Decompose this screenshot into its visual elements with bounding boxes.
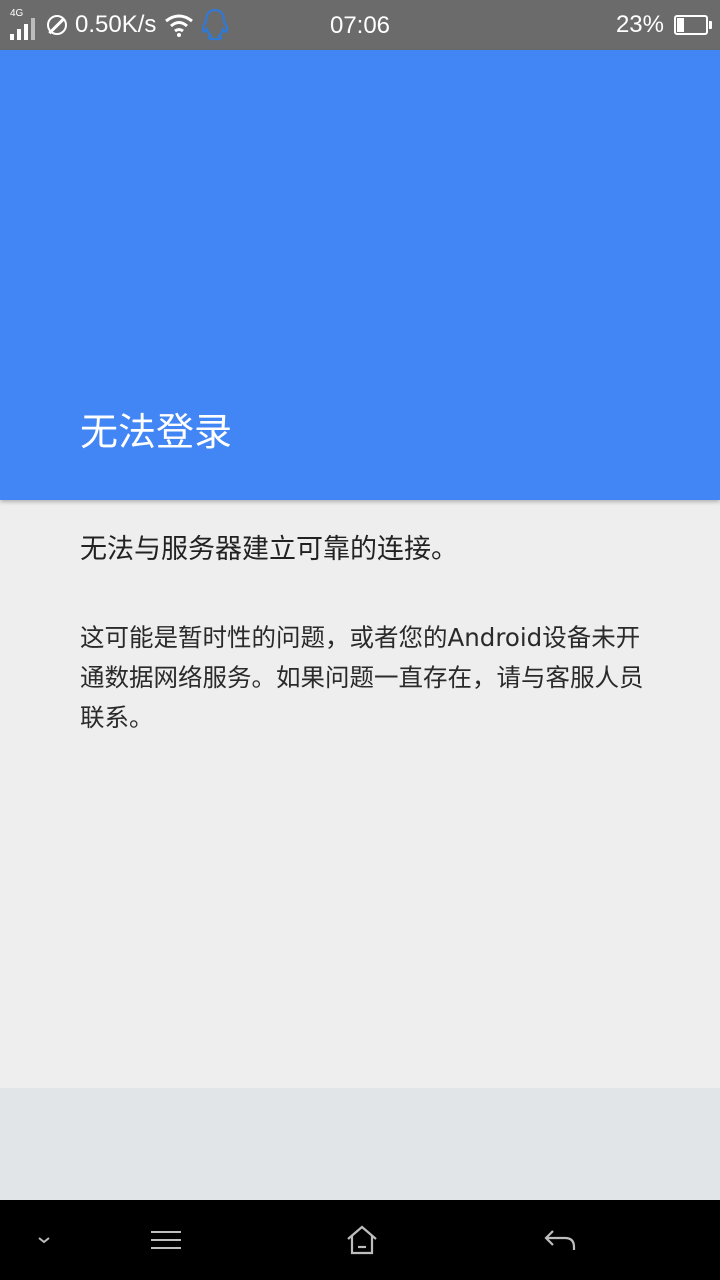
- app-header: 无法登录: [0, 50, 720, 500]
- battery-icon: [674, 15, 712, 35]
- battery-percent: 23%: [615, 11, 664, 38]
- error-headline: 无法与服务器建立可靠的连接。: [80, 534, 458, 565]
- home-button[interactable]: [322, 1200, 402, 1280]
- error-description: 这可能是暂时性的问题，或者您的Android设备未开通数据网络服务。如果问题一直…: [80, 623, 644, 732]
- status-bar: 4G 0.50K/s 07:06 23%: [0, 0, 720, 50]
- status-right: 23%: [615, 0, 712, 50]
- menu-icon: [151, 1231, 181, 1249]
- bottom-panel: [0, 1088, 720, 1200]
- home-icon: [347, 1225, 377, 1255]
- status-time: 07:06: [329, 12, 391, 39]
- collapse-icon: [38, 1237, 50, 1244]
- page-title: 无法登录: [80, 410, 233, 454]
- back-button[interactable]: [520, 1200, 600, 1280]
- menu-button[interactable]: [126, 1200, 206, 1280]
- battery-fill: [677, 18, 684, 32]
- collapse-button[interactable]: [14, 1200, 74, 1280]
- navigation-bar: [0, 1200, 720, 1280]
- back-icon: [544, 1230, 576, 1250]
- message-content: 无法与服务器建立可靠的连接。 这可能是暂时性的问题，或者您的Android设备未…: [80, 530, 650, 738]
